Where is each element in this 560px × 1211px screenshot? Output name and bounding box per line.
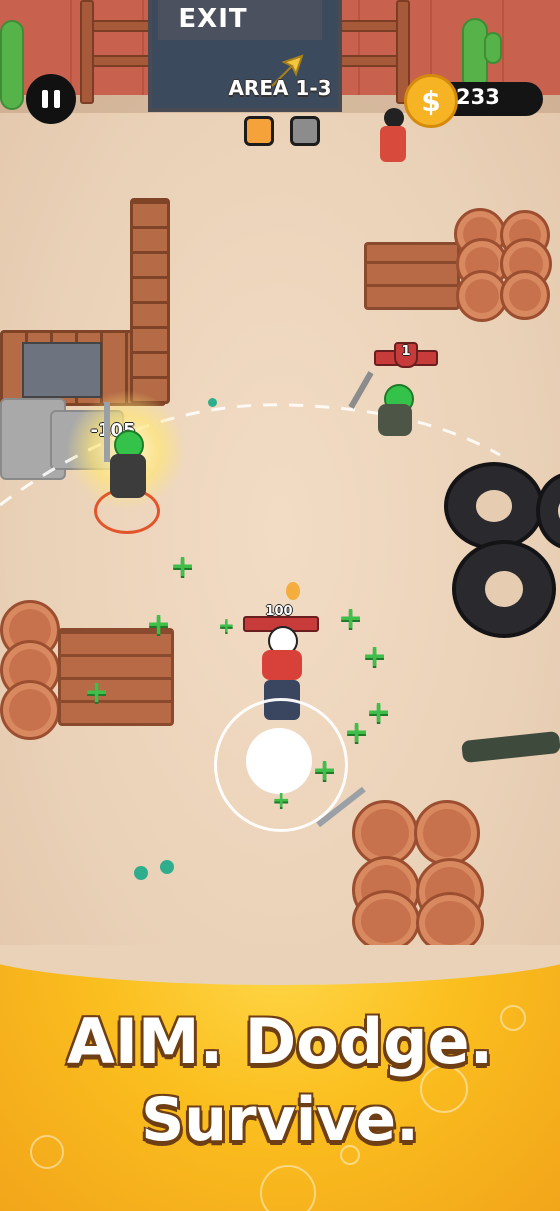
barrel <box>414 800 480 866</box>
barrel <box>352 890 420 952</box>
heal-plus-icon: + <box>218 613 235 637</box>
enemy-thug <box>378 404 412 436</box>
tagline-line2: Survive. <box>141 1085 419 1155</box>
heal-plus-icon: + <box>344 715 370 750</box>
exit-label: EXIT <box>178 4 248 34</box>
cactus <box>484 32 502 64</box>
wooden-crate <box>364 242 460 310</box>
pause-button[interactable] <box>26 74 76 124</box>
fence-post <box>80 0 94 104</box>
area-progress-current <box>244 116 274 146</box>
enemy-bandit <box>380 126 406 162</box>
xp-orb <box>160 860 174 874</box>
heal-plus-icon: + <box>338 601 364 636</box>
tire-stack <box>444 462 544 550</box>
defeated-enemy <box>461 730 560 764</box>
heal-plus-icon: + <box>84 675 110 710</box>
enemy-head <box>384 108 404 128</box>
barrel <box>500 270 550 320</box>
joystick-knob[interactable] <box>246 728 312 794</box>
wooden-wall <box>130 198 170 404</box>
xp-orb <box>208 398 217 407</box>
enemy-thug-hit <box>110 454 146 498</box>
area-label: AREA 1-3 <box>228 76 332 100</box>
pause-icon <box>42 90 48 108</box>
bubble <box>260 1165 316 1211</box>
heal-plus-icon: + <box>312 753 338 788</box>
coin-count: 233 <box>456 85 500 109</box>
metal-sheet <box>22 342 102 398</box>
pause-icon-bar <box>54 90 60 108</box>
tire-stack <box>452 540 556 638</box>
heal-plus-icon: + <box>146 607 172 642</box>
player-hp: 100 <box>265 604 293 619</box>
muzzle-flash <box>286 582 300 600</box>
banner-edge <box>0 945 560 985</box>
heal-plus-icon: + <box>362 639 388 674</box>
metal-pipe <box>104 402 110 462</box>
cactus <box>0 20 24 110</box>
wooden-crate <box>58 628 174 726</box>
heal-plus-icon: + <box>272 788 291 813</box>
barrel <box>0 680 60 740</box>
game-scene[interactable]: EXIT AREA 1-3 $ 233 1 -105 100 + + + + +… <box>0 0 560 960</box>
heal-plus-icon: + <box>170 549 196 584</box>
tagline-line1: AIM. Dodge. <box>66 1005 494 1078</box>
xp-orb <box>134 866 148 880</box>
coin-icon: $ <box>404 74 458 128</box>
promo-banner: AIM. Dodge. Survive. <box>0 945 560 1211</box>
heal-plus-icon: + <box>366 695 392 730</box>
enemy-level: 1 <box>401 344 411 359</box>
area-progress-next <box>290 116 320 146</box>
player-shirt <box>262 650 302 680</box>
